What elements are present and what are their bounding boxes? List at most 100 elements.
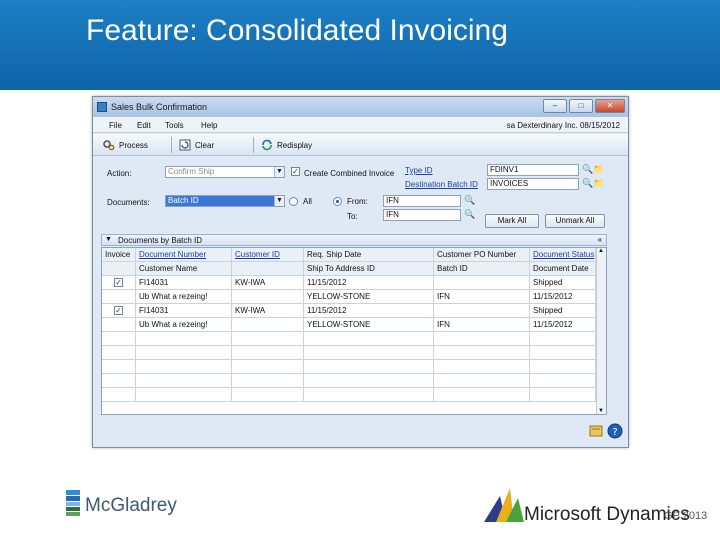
toolbar: Process Clear Redisplay bbox=[93, 134, 628, 156]
document-status-cell: Shipped bbox=[530, 276, 596, 290]
table-row[interactable]: ✓ FI14031 KW-IWA 11/15/2012 Shipped bbox=[102, 276, 596, 290]
blank-cell bbox=[102, 318, 136, 332]
type-id-link[interactable]: Type ID bbox=[405, 166, 433, 175]
empty-row bbox=[102, 360, 596, 374]
documents-grid: Invoice Document Number Customer ID Req.… bbox=[101, 247, 607, 415]
column-header-document-number[interactable]: Document Number bbox=[136, 248, 232, 262]
customer-name-cell: Ub What a rezeing! bbox=[136, 290, 232, 304]
clear-button[interactable]: Clear bbox=[179, 137, 214, 153]
invoice-cell[interactable]: ✓ bbox=[102, 304, 136, 318]
minimize-button[interactable]: – bbox=[543, 99, 567, 113]
mcgladrey-logo-text: McGladrey bbox=[85, 495, 177, 516]
document-status-cell: Shipped bbox=[530, 304, 596, 318]
customer-po-cell bbox=[434, 304, 530, 318]
empty-row bbox=[102, 332, 596, 346]
lookup-icon[interactable]: 🔍 bbox=[582, 164, 593, 175]
window-title: Sales Bulk Confirmation bbox=[111, 102, 208, 112]
svg-text:?: ? bbox=[612, 427, 617, 438]
column-header-customer-name: Customer Name bbox=[136, 262, 232, 276]
chevron-down-icon: ▼ bbox=[274, 167, 284, 177]
window-titlebar: Sales Bulk Confirmation – □ ✕ bbox=[93, 97, 628, 117]
scroll-down-icon[interactable]: ▼ bbox=[598, 408, 604, 414]
toolbar-separator bbox=[253, 137, 254, 153]
customer-name-cell: Ub What a rezeing! bbox=[136, 318, 232, 332]
column-header-blank bbox=[102, 262, 136, 276]
menu-help[interactable]: Help bbox=[201, 121, 217, 130]
destination-batch-id-link[interactable]: Destination Batch ID bbox=[405, 180, 478, 189]
column-header-invoice: Invoice bbox=[102, 248, 136, 262]
grid-title: Documents by Batch ID bbox=[118, 236, 203, 245]
destination-batch-id-field[interactable]: INVOICES bbox=[487, 178, 579, 190]
menu-tools[interactable]: Tools bbox=[165, 121, 184, 130]
column-header-customer-id[interactable]: Customer ID bbox=[232, 248, 304, 262]
grid-header-row-2: Customer Name Ship To Address ID Batch I… bbox=[102, 262, 596, 276]
gears-icon bbox=[103, 139, 115, 151]
batch-id-cell: IFN bbox=[434, 318, 530, 332]
lookup-icon[interactable]: 🔍 bbox=[464, 195, 475, 206]
documents-label: Documents: bbox=[107, 198, 150, 207]
menu-edit[interactable]: Edit bbox=[137, 121, 151, 130]
app-icon bbox=[97, 102, 107, 112]
window-footer: ? bbox=[93, 415, 628, 447]
lookup-icon[interactable]: 🔍 bbox=[464, 209, 475, 220]
document-date-cell: 11/15/2012 bbox=[530, 290, 596, 304]
to-field[interactable]: IFN bbox=[383, 209, 461, 221]
document-number-cell: FI14031 bbox=[136, 276, 232, 290]
documents-dropdown[interactable]: Batch ID ▼ bbox=[165, 195, 285, 207]
grid-header-row: Invoice Document Number Customer ID Req.… bbox=[102, 248, 596, 262]
customer-id-cell: KW-IWA bbox=[232, 304, 304, 318]
table-row[interactable]: ✓ FI14031 KW-IWA 11/15/2012 Shipped bbox=[102, 304, 596, 318]
help-icon[interactable]: ? bbox=[607, 423, 623, 439]
ship-to-address-cell: YELLOW-STONE bbox=[304, 318, 434, 332]
unmark-all-button[interactable]: Unmark All bbox=[545, 214, 605, 228]
expand-icon[interactable]: « bbox=[598, 235, 602, 244]
customer-id-cell: KW-IWA bbox=[232, 276, 304, 290]
req-ship-date-cell: 11/15/2012 bbox=[304, 276, 434, 290]
column-header-document-date: Document Date bbox=[530, 262, 596, 276]
invoice-checkbox[interactable]: ✓ bbox=[114, 278, 123, 287]
folder-icon[interactable]: 📁 bbox=[593, 178, 604, 189]
clear-label: Clear bbox=[195, 140, 215, 150]
grid-scrollbar[interactable]: ▲ ▼ bbox=[596, 248, 606, 414]
from-field[interactable]: IFN bbox=[383, 195, 461, 207]
type-id-field[interactable]: FDINV1 bbox=[487, 164, 579, 176]
invoice-cell[interactable]: ✓ bbox=[102, 276, 136, 290]
blank-cell bbox=[102, 290, 136, 304]
microsoft-dynamics-logo-icon bbox=[484, 486, 524, 522]
column-header-document-status[interactable]: Document Status bbox=[530, 248, 596, 262]
column-header-customer-po: Customer PO Number bbox=[434, 248, 530, 262]
action-dropdown[interactable]: Confirm Ship ▼ bbox=[165, 166, 285, 178]
from-label: From: bbox=[347, 197, 368, 206]
invoice-checkbox[interactable]: ✓ bbox=[114, 306, 123, 315]
folder-icon[interactable]: 📁 bbox=[593, 164, 604, 175]
from-radio[interactable] bbox=[333, 197, 342, 206]
table-row[interactable]: Ub What a rezeing! YELLOW-STONE IFN 11/1… bbox=[102, 290, 596, 304]
lookup-icon[interactable]: 🔍 bbox=[582, 178, 593, 189]
menu-bar: File Edit Tools Help sa Dexterdinary Inc… bbox=[93, 117, 628, 133]
grid-title-bar: ▼ Documents by Batch ID « bbox=[101, 234, 607, 246]
process-button[interactable]: Process bbox=[103, 137, 148, 153]
batch-id-cell: IFN bbox=[434, 290, 530, 304]
all-label: All bbox=[303, 197, 312, 206]
table-row[interactable]: Ub What a rezeing! YELLOW-STONE IFN 11/1… bbox=[102, 318, 596, 332]
mcgladrey-logo-icon bbox=[66, 490, 80, 516]
create-combined-invoice-checkbox[interactable]: ✓ bbox=[291, 167, 300, 176]
microsoft-dynamics-version: GP 2013 bbox=[664, 510, 708, 522]
to-label: To: bbox=[347, 212, 358, 221]
action-label: Action: bbox=[107, 169, 132, 178]
action-value: Confirm Ship bbox=[168, 167, 215, 176]
collapse-icon[interactable]: ▼ bbox=[105, 236, 112, 243]
mark-all-button[interactable]: Mark All bbox=[485, 214, 539, 228]
all-radio[interactable] bbox=[289, 197, 298, 206]
redisplay-button[interactable]: Redisplay bbox=[261, 137, 312, 153]
scroll-up-icon[interactable]: ▲ bbox=[598, 248, 604, 254]
create-combined-invoice-label: Create Combined Invoice bbox=[304, 169, 395, 178]
close-button[interactable]: ✕ bbox=[595, 99, 625, 113]
menu-file[interactable]: File bbox=[109, 121, 122, 130]
document-number-cell: FI14031 bbox=[136, 304, 232, 318]
user-company-date-status: sa Dexterdinary Inc. 08/15/2012 bbox=[506, 121, 620, 130]
column-header-batch-id: Batch ID bbox=[434, 262, 530, 276]
note-icon[interactable] bbox=[589, 424, 603, 438]
maximize-button[interactable]: □ bbox=[569, 99, 593, 113]
customer-po-cell bbox=[434, 276, 530, 290]
